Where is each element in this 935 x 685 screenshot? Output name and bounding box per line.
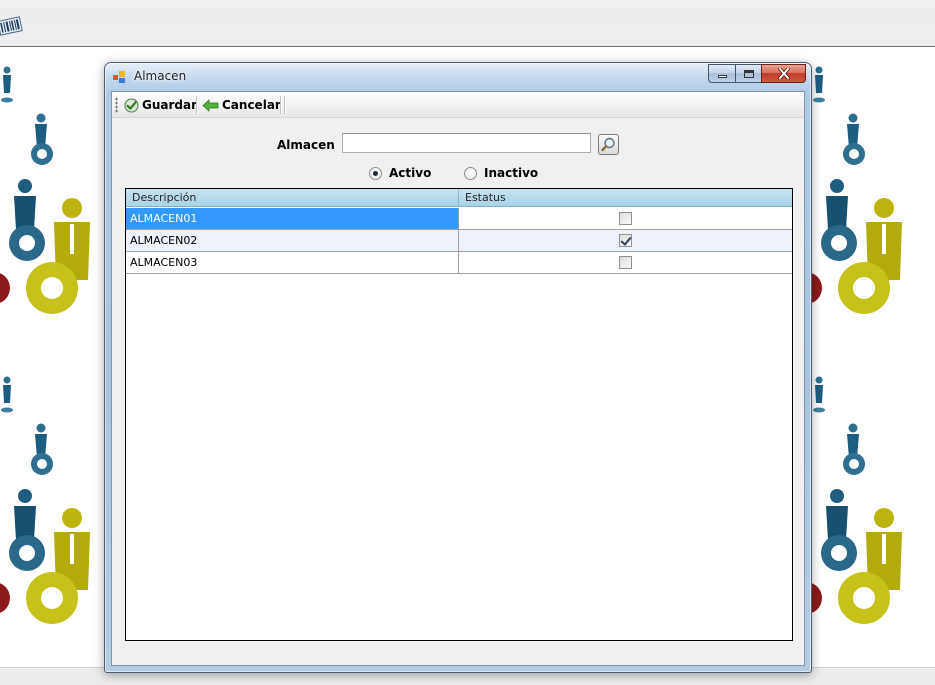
almacen-grid[interactable]: Descripción Estatus ALMACEN01 ALMACEN02 … — [125, 188, 793, 641]
check-icon — [124, 98, 139, 112]
maximize-icon — [743, 69, 754, 78]
radio-activo-circle[interactable] — [369, 166, 382, 180]
maximize-button[interactable] — [735, 64, 761, 83]
business-people-graphic — [804, 66, 902, 314]
column-header-descripcion[interactable]: Descripción — [126, 189, 459, 207]
almacen-window: Almacen Guardar Cancelar Almacen Activo … — [104, 62, 812, 673]
toolbar-separator — [280, 96, 282, 114]
form-toolbar: Guardar Cancelar — [112, 92, 804, 118]
magnifier-icon — [601, 137, 615, 152]
save-label: Guardar — [142, 98, 198, 112]
close-button[interactable] — [761, 64, 806, 83]
grid-header: Descripción Estatus — [126, 189, 792, 207]
almacen-label: Almacen — [277, 138, 335, 152]
cell-descripcion[interactable]: ALMACEN03 — [126, 252, 459, 273]
almacen-search-input[interactable] — [342, 133, 591, 153]
caption-buttons — [708, 64, 806, 83]
toolbar-separator — [284, 96, 286, 114]
toolbar-separator — [196, 96, 198, 114]
cell-estatus[interactable] — [459, 208, 792, 229]
cell-descripcion[interactable]: ALMACEN02 — [126, 230, 459, 251]
radio-activo-label: Activo — [389, 166, 432, 180]
cell-descripcion[interactable]: ALMACEN01 — [126, 208, 459, 229]
window-titlebar[interactable]: Almacen — [105, 63, 811, 91]
cell-estatus[interactable] — [459, 230, 792, 251]
cell-estatus[interactable] — [459, 252, 792, 273]
minimize-button[interactable] — [708, 64, 735, 83]
green-arrow-left-icon — [202, 98, 219, 112]
radio-inactivo[interactable]: Inactivo — [464, 166, 538, 180]
radio-inactivo-circle[interactable] — [464, 166, 477, 180]
cancel-button[interactable]: Cancelar — [202, 95, 281, 115]
minimize-icon — [717, 75, 727, 78]
save-button[interactable]: Guardar — [124, 95, 197, 115]
parent-title-strip — [0, 0, 935, 7]
cancel-label: Cancelar — [222, 98, 281, 112]
radio-activo[interactable]: Activo — [369, 166, 431, 180]
estatus-checkbox[interactable] — [619, 212, 632, 225]
parent-toolbar — [0, 0, 935, 47]
toolbar-grip[interactable] — [115, 97, 118, 113]
table-row[interactable]: ALMACEN03 — [126, 252, 792, 274]
window-title: Almacen — [134, 69, 187, 83]
app-icon[interactable] — [113, 70, 127, 84]
table-row[interactable]: ALMACEN02 — [126, 230, 792, 252]
close-icon — [777, 68, 790, 79]
radio-inactivo-label: Inactivo — [484, 166, 539, 180]
barcode-icon[interactable] — [0, 14, 23, 38]
estatus-checkbox[interactable] — [619, 234, 632, 247]
titlebar-glow — [105, 63, 811, 91]
search-button[interactable] — [598, 134, 619, 155]
estatus-checkbox[interactable] — [619, 256, 632, 269]
column-header-estatus[interactable]: Estatus — [459, 189, 792, 207]
business-people-graphic — [804, 376, 902, 624]
business-people-graphic — [0, 376, 90, 624]
table-row[interactable]: ALMACEN01 — [126, 208, 792, 230]
business-people-graphic — [0, 66, 90, 314]
window-client-area: Guardar Cancelar Almacen Activo Inactivo… — [111, 91, 805, 666]
